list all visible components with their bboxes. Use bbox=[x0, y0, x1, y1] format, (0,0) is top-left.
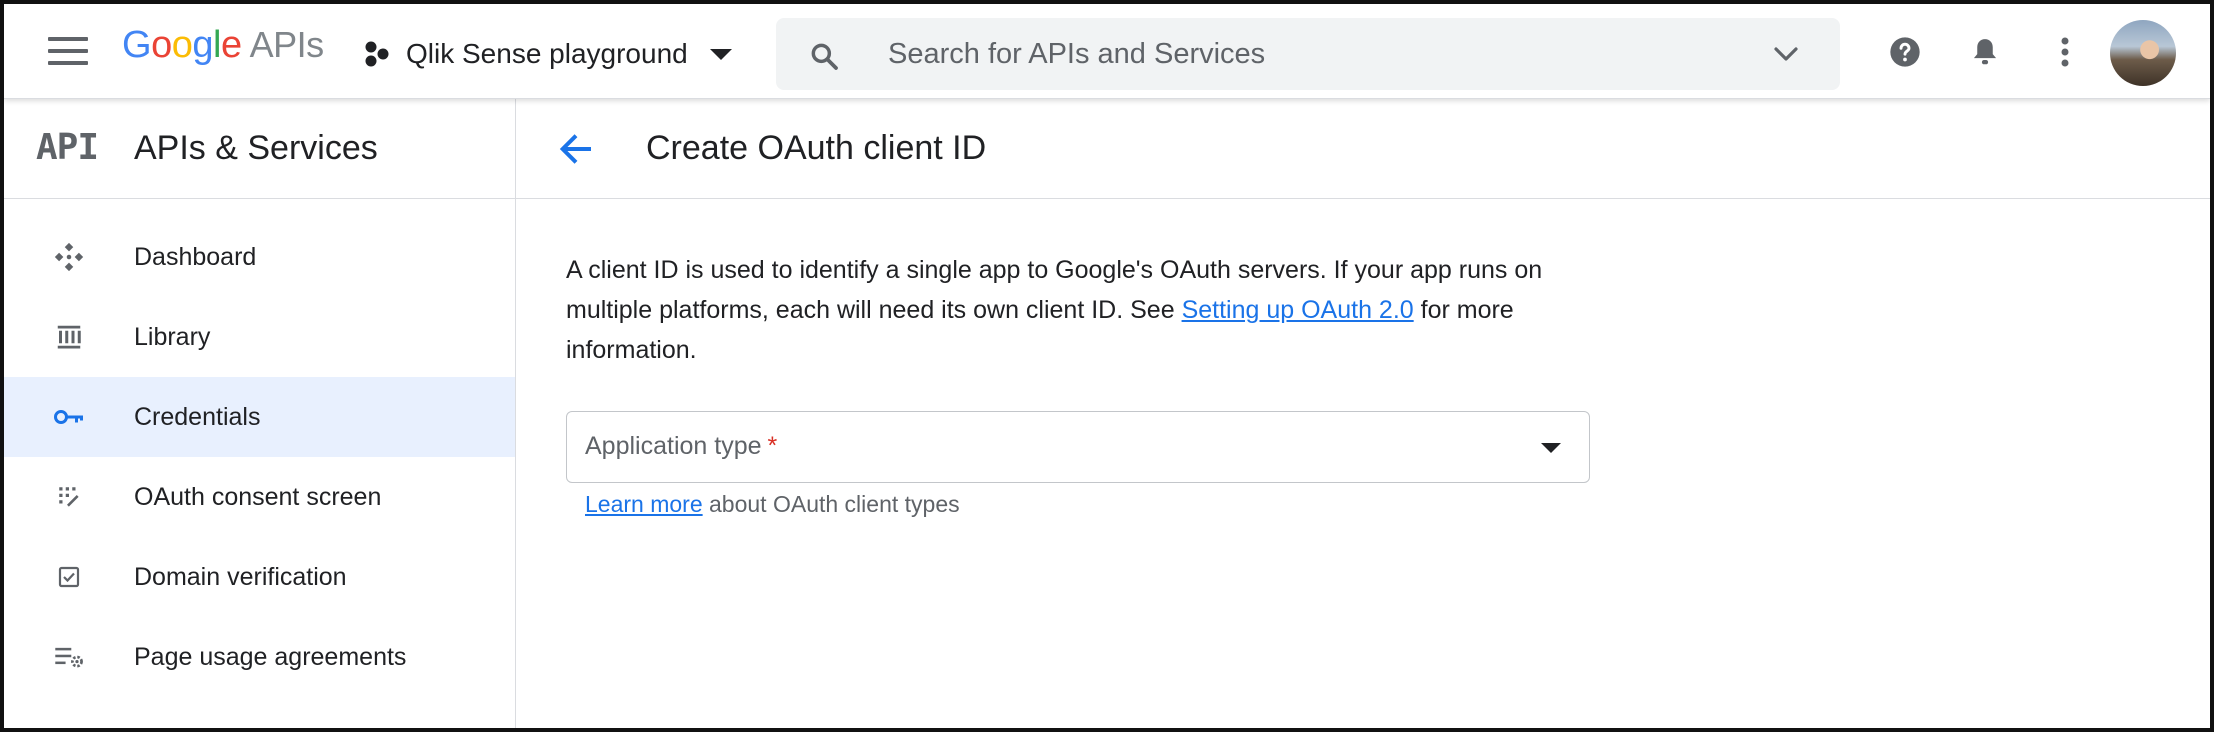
hamburger-menu-icon[interactable] bbox=[48, 37, 88, 67]
dashboard-icon bbox=[52, 240, 86, 274]
library-icon bbox=[52, 320, 86, 354]
required-marker: * bbox=[767, 432, 778, 460]
page-header: Create OAuth client ID bbox=[516, 99, 2210, 199]
application-type-label: Application type * bbox=[585, 432, 778, 460]
project-name: Qlik Sense playground bbox=[406, 38, 688, 69]
sidebar-item-page-usage-agreements[interactable]: Page usage agreements bbox=[4, 617, 515, 697]
page-title: Create OAuth client ID bbox=[646, 129, 987, 167]
hint-text: Learn more about OAuth client types bbox=[585, 491, 960, 517]
checkbox-icon bbox=[52, 560, 86, 594]
sidebar-item-label: Page usage agreements bbox=[134, 642, 407, 671]
api-logo-icon: API bbox=[36, 127, 99, 168]
more-vert-icon[interactable] bbox=[2045, 32, 2085, 72]
search-icon bbox=[811, 43, 838, 70]
sidebar-title: APIs & Services bbox=[134, 129, 378, 167]
logo-apis-text: APIs bbox=[249, 24, 325, 65]
search-input[interactable]: Search for APIs and Services bbox=[888, 38, 1265, 71]
sidebar-item-credentials[interactable]: Credentials bbox=[4, 377, 515, 457]
bell-icon[interactable] bbox=[1965, 32, 2005, 72]
sidebar-item-oauth-consent[interactable]: OAuth consent screen bbox=[4, 457, 515, 537]
help-icon[interactable] bbox=[1885, 32, 1925, 72]
settings-list-icon bbox=[52, 640, 86, 674]
application-type-select[interactable]: Application type * bbox=[566, 411, 1590, 483]
sidebar-item-label: Credentials bbox=[134, 402, 261, 431]
learn-more-link[interactable]: Learn more bbox=[585, 491, 703, 517]
back-arrow-icon[interactable] bbox=[556, 129, 596, 169]
caret-down-icon bbox=[709, 48, 732, 60]
dropdown-arrow-icon bbox=[1541, 443, 1561, 453]
sidebar-item-library[interactable]: Library bbox=[4, 297, 515, 377]
search-bar[interactable]: Search for APIs and Services bbox=[776, 18, 1840, 90]
description-text: A client ID is used to identify a single… bbox=[566, 256, 1543, 364]
account-avatar[interactable] bbox=[2110, 20, 2176, 86]
sidebar-header: API APIs & Services bbox=[4, 99, 515, 199]
sidebar-item-domain-verification[interactable]: Domain verification bbox=[4, 537, 515, 617]
app-window: Google APIs Qlik Sense playground Search … bbox=[0, 0, 2214, 732]
top-app-bar: Google APIs Qlik Sense playground Search … bbox=[4, 4, 2210, 99]
sidebar-nav: Dashboard Library Credentials OAuth cons… bbox=[4, 217, 515, 697]
chevron-down-icon[interactable] bbox=[1772, 42, 1800, 66]
sidebar-item-label: Domain verification bbox=[134, 562, 347, 591]
sidebar-item-label: Dashboard bbox=[134, 242, 257, 271]
key-icon bbox=[52, 400, 86, 434]
consent-grid-icon bbox=[52, 480, 86, 514]
sidebar-item-label: Library bbox=[134, 322, 211, 351]
sidebar: API APIs & Services Dashboard Library Cr… bbox=[4, 99, 516, 728]
setting-up-oauth-link[interactable]: Setting up OAuth 2.0 bbox=[1182, 296, 1414, 324]
sidebar-item-label: OAuth consent screen bbox=[134, 482, 382, 511]
sidebar-item-dashboard[interactable]: Dashboard bbox=[4, 217, 515, 297]
project-selector[interactable]: Qlik Sense playground bbox=[362, 34, 732, 74]
google-apis-logo[interactable]: Google APIs bbox=[122, 24, 324, 74]
project-hexagon-icon bbox=[365, 41, 389, 67]
